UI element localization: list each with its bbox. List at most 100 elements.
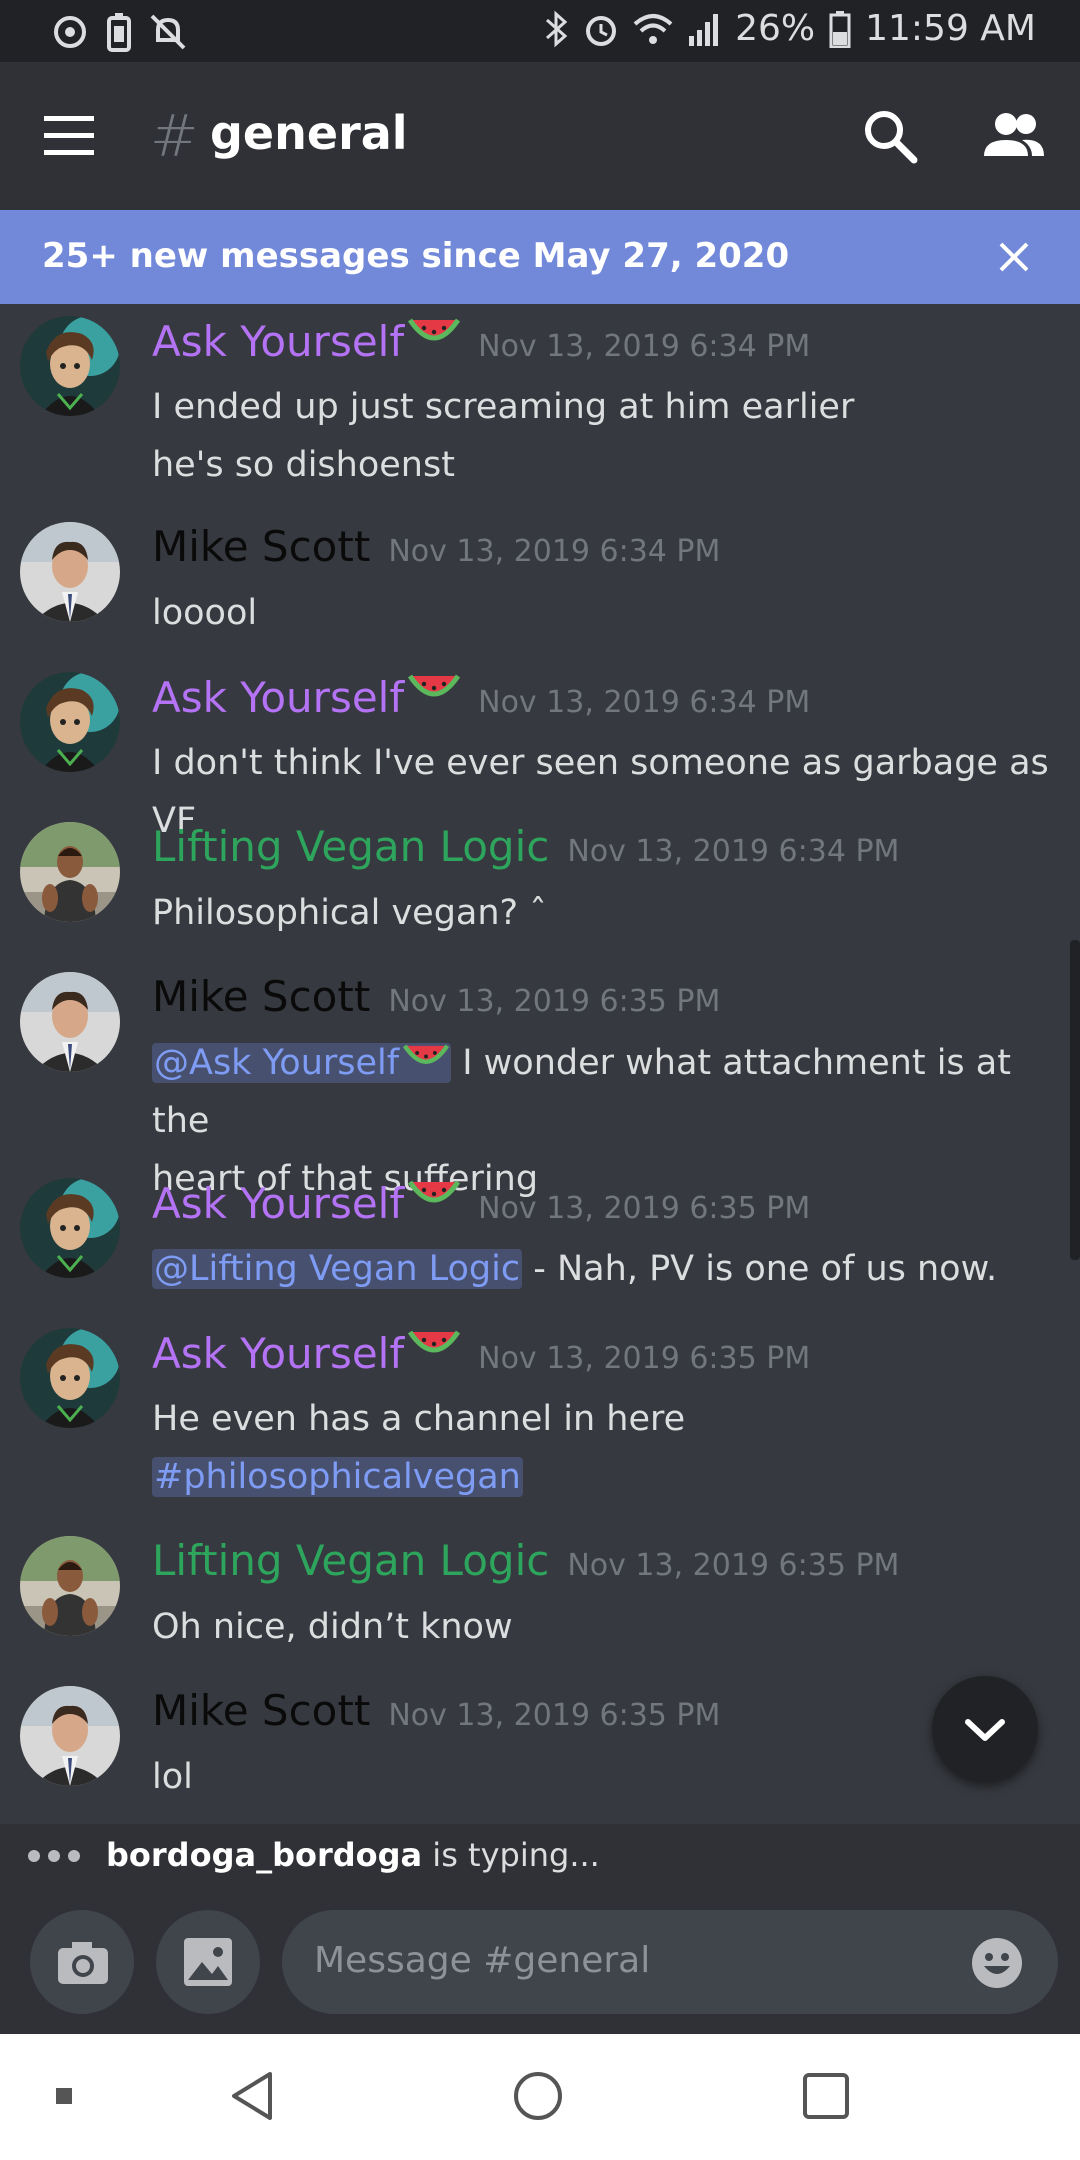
author-name[interactable]: Ask Yourself — [152, 673, 404, 722]
scrollbar[interactable] — [1070, 940, 1080, 1260]
author-name[interactable]: Lifting Vegan Logic — [152, 1536, 549, 1585]
overview-icon[interactable] — [802, 2070, 850, 2122]
watermelon-icon — [408, 672, 460, 712]
camera-icon — [58, 1942, 108, 1984]
new-messages-text: 25+ new messages since May 27, 2020 — [42, 236, 790, 276]
emoji-icon[interactable] — [970, 1936, 1024, 1990]
watermelon-icon — [403, 1042, 449, 1078]
message: Mike Scott Nov 13, 2019 6:35 PM @Ask You… — [0, 972, 1080, 1199]
jump-to-latest-button[interactable] — [932, 1676, 1038, 1782]
message-timestamp: Nov 13, 2019 6:35 PM — [388, 984, 721, 1019]
message-timestamp: Nov 13, 2019 6:34 PM — [567, 834, 900, 869]
status-bar: 26% 11:59 AM — [0, 0, 1080, 62]
author-name[interactable]: Ask Yourself — [152, 317, 404, 366]
channel-header: # general — [0, 62, 1080, 210]
gallery-button[interactable] — [156, 1910, 260, 2014]
message-line: lol — [152, 1757, 193, 1797]
typing-indicator: bordoga_bordoga is typing... — [0, 1824, 1080, 1888]
channel-hash-icon: # — [150, 102, 199, 170]
back-icon[interactable] — [228, 2070, 276, 2122]
message-content: Oh nice, didn’t know — [152, 1598, 1062, 1656]
battery-saver-icon — [107, 13, 131, 52]
system-nav-bar — [0, 2034, 1080, 2160]
typing-dots-icon — [28, 1850, 80, 1862]
avatar[interactable] — [20, 1328, 120, 1428]
wifi-icon — [633, 13, 673, 44]
author-name[interactable]: Ask Yourself — [152, 1179, 404, 1228]
message: Mike Scott Nov 13, 2019 6:35 PM lol — [0, 1686, 1080, 1806]
message-timestamp: Nov 13, 2019 6:35 PM — [478, 1191, 811, 1226]
message: Ask Yourself Nov 13, 2019 6:35 PM @Lifti… — [0, 1178, 1080, 1298]
signal-icon — [689, 13, 719, 46]
message-line: Oh nice, didn’t know — [152, 1607, 513, 1647]
message-content: @Lifting Vegan Logic - Nah, PV is one of… — [152, 1240, 1062, 1298]
author-name[interactable]: Mike Scott — [152, 972, 370, 1021]
bluetooth-icon — [546, 10, 568, 47]
avatar[interactable] — [20, 1178, 120, 1278]
user-mention[interactable]: @Ask Yourself — [152, 1042, 452, 1083]
message-line: Philosophical vegan? ˆ — [152, 893, 547, 933]
author-name[interactable]: Mike Scott — [152, 522, 370, 571]
members-icon[interactable] — [982, 110, 1046, 162]
typing-user: bordoga_bordoga — [106, 1836, 423, 1874]
typing-text: is typing... — [422, 1836, 600, 1874]
message: Mike Scott Nov 13, 2019 6:34 PM looool — [0, 522, 1080, 642]
message: Ask Yourself Nov 13, 2019 6:34 PM I ende… — [0, 316, 1080, 486]
notifications-off-icon — [150, 14, 186, 50]
message-input-placeholder: Message #general — [314, 1940, 651, 1981]
search-icon[interactable] — [860, 106, 920, 166]
message: Ask Yourself Nov 13, 2019 6:34 PM I don'… — [0, 672, 1080, 841]
clock: 11:59 AM — [865, 8, 1036, 49]
message-content: Philosophical vegan? ˆ — [152, 884, 1062, 942]
message-line: I ended up just screaming at him earlier — [152, 387, 855, 427]
battery-icon — [829, 10, 851, 48]
home-icon[interactable] — [512, 2070, 564, 2122]
menu-icon[interactable] — [44, 114, 100, 158]
mention-label: @Ask Yourself — [154, 1043, 400, 1083]
battery-percent: 26% — [735, 8, 816, 49]
message-line: looool — [152, 593, 258, 633]
watermelon-icon — [408, 1328, 460, 1368]
message-content: looool — [152, 584, 1062, 642]
author-name[interactable]: Mike Scott — [152, 1686, 370, 1735]
chevron-down-icon — [965, 1719, 1005, 1741]
channel-title: general — [210, 106, 408, 160]
message-line: he's so dishoenst — [152, 445, 455, 485]
message: Ask Yourself Nov 13, 2019 6:35 PM He eve… — [0, 1328, 1080, 1508]
watermelon-icon — [408, 1178, 460, 1218]
message-list[interactable]: Ask Yourself Nov 13, 2019 6:34 PM I ende… — [0, 304, 1080, 1824]
message-timestamp: Nov 13, 2019 6:34 PM — [388, 534, 721, 569]
message-timestamp: Nov 13, 2019 6:35 PM — [388, 1698, 721, 1733]
avatar[interactable] — [20, 672, 120, 772]
message-content: lol — [152, 1748, 1062, 1806]
message-timestamp: Nov 13, 2019 6:35 PM — [478, 1341, 811, 1376]
camera-button[interactable] — [30, 1910, 134, 2014]
author-name[interactable]: Ask Yourself — [152, 1329, 404, 1378]
message-content: I ended up just screaming at him earlier… — [152, 378, 1062, 494]
avatar[interactable] — [20, 972, 120, 1072]
message-text: - Nah, PV is one of us now. — [522, 1249, 998, 1289]
message-content: He even has a channel in here #philosoph… — [152, 1390, 1062, 1506]
message-timestamp: Nov 13, 2019 6:34 PM — [478, 329, 811, 364]
avatar[interactable] — [20, 522, 120, 622]
message-line: He even has a channel in here — [152, 1399, 686, 1439]
message: Lifting Vegan Logic Nov 13, 2019 6:35 PM… — [0, 1536, 1080, 1656]
close-icon[interactable] — [998, 241, 1030, 273]
message-timestamp: Nov 13, 2019 6:35 PM — [567, 1548, 900, 1583]
avatar[interactable] — [20, 1686, 120, 1786]
user-mention[interactable]: @Lifting Vegan Logic — [152, 1249, 523, 1289]
image-icon — [184, 1938, 232, 1986]
channel-link[interactable]: #philosophicalvegan — [152, 1457, 523, 1497]
avatar[interactable] — [20, 1536, 120, 1636]
sync-icon — [54, 16, 86, 48]
message-input[interactable]: Message #general — [282, 1910, 1058, 2014]
watermelon-icon — [408, 316, 460, 356]
alarm-icon — [586, 15, 617, 46]
new-messages-banner[interactable]: 25+ new messages since May 27, 2020 — [0, 210, 1080, 304]
avatar[interactable] — [20, 316, 120, 416]
avatar[interactable] — [20, 822, 120, 922]
recents-dot-icon — [56, 2088, 72, 2104]
message: Lifting Vegan Logic Nov 13, 2019 6:34 PM… — [0, 822, 1080, 942]
message-timestamp: Nov 13, 2019 6:34 PM — [478, 685, 811, 720]
author-name[interactable]: Lifting Vegan Logic — [152, 822, 549, 871]
